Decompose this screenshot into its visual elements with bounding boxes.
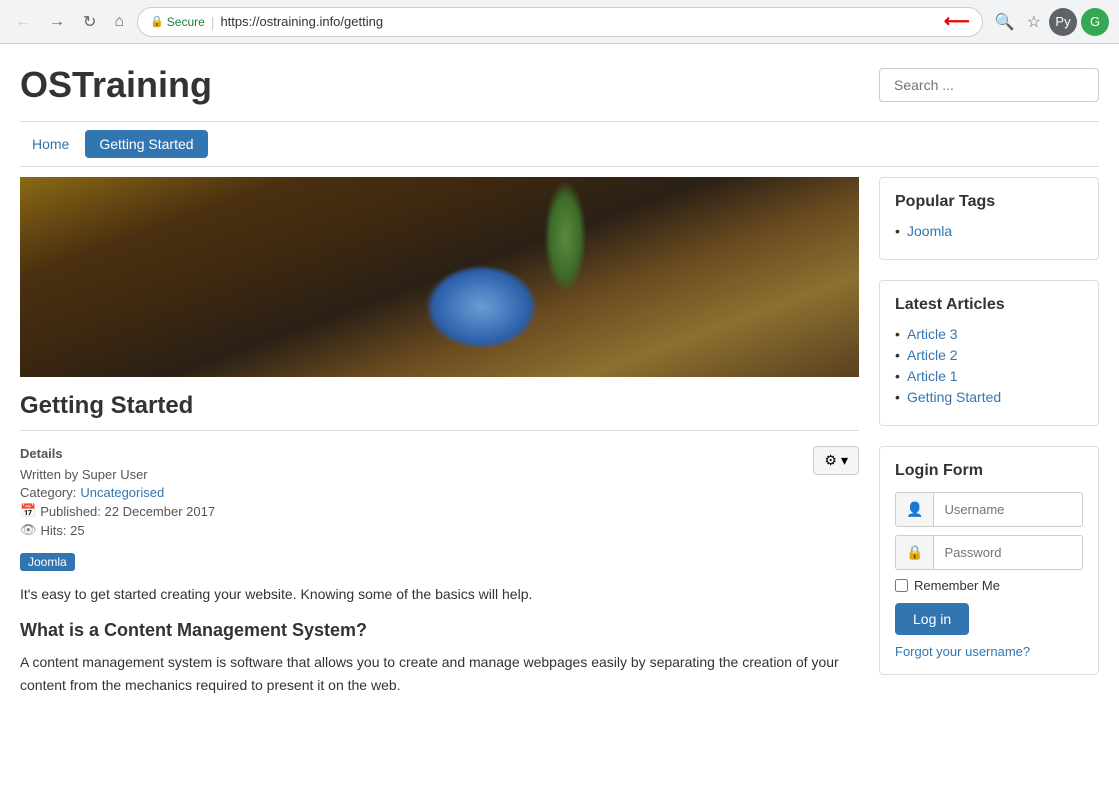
search-browser-button[interactable]: 🔍 bbox=[991, 8, 1019, 36]
login-title: Login Form bbox=[895, 462, 1083, 480]
username-field-wrapper: 👤 bbox=[895, 492, 1083, 527]
popular-tag-joomla[interactable]: Joomla bbox=[907, 223, 952, 239]
article-title: Getting Started bbox=[20, 392, 859, 420]
password-field-wrapper: 🔒 bbox=[895, 535, 1083, 570]
category-label: Category: bbox=[20, 485, 76, 500]
gear-btn-wrapper: ⚙ ▾ bbox=[813, 446, 859, 475]
search-input[interactable] bbox=[879, 68, 1099, 102]
back-button[interactable]: ← bbox=[10, 11, 36, 33]
article-subtitle: What is a Content Management System? bbox=[20, 620, 859, 641]
article-body: A content management system is software … bbox=[20, 651, 859, 696]
hero-image-inner bbox=[20, 177, 859, 377]
latest-articles-module: Latest Articles Article 3 Article 2 Arti… bbox=[879, 280, 1099, 426]
meta-label: Details bbox=[20, 446, 859, 461]
google-account-icon[interactable]: G bbox=[1081, 8, 1109, 36]
hits-text: Hits: 25 bbox=[41, 523, 85, 538]
url-text: https://ostraining.info/getting bbox=[220, 14, 937, 29]
browser-chrome: ← → ↻ ⌂ 🔒 Secure | https://ostraining.in… bbox=[0, 0, 1119, 44]
remember-me-checkbox[interactable] bbox=[895, 579, 908, 592]
hero-image bbox=[20, 177, 859, 377]
meta-category: Category: Uncategorised bbox=[20, 485, 859, 500]
remember-row: Remember Me bbox=[895, 578, 1083, 593]
secure-text: Secure bbox=[167, 15, 205, 29]
list-item: Getting Started bbox=[895, 389, 1083, 405]
written-by-text: Written by Super User bbox=[20, 467, 148, 482]
tag-badge[interactable]: Joomla bbox=[20, 553, 75, 571]
site-title: OSTraining bbox=[20, 64, 212, 106]
lock-field-icon: 🔒 bbox=[896, 536, 934, 569]
main-content: Getting Started Details Written by Super… bbox=[20, 177, 859, 696]
username-input[interactable] bbox=[934, 494, 1082, 525]
dropdown-arrow-icon: ▾ bbox=[841, 452, 848, 469]
bookmark-button[interactable]: ☆ bbox=[1023, 8, 1045, 36]
gear-button[interactable]: ⚙ ▾ bbox=[813, 446, 859, 475]
secure-badge: 🔒 Secure bbox=[150, 15, 205, 29]
article-link-getting-started[interactable]: Getting Started bbox=[907, 389, 1001, 405]
popular-tags-title: Popular Tags bbox=[895, 193, 1083, 211]
forward-button[interactable]: → bbox=[44, 11, 70, 33]
red-arrow-icon: ⟵ bbox=[944, 11, 970, 32]
page-wrapper: OSTraining Home Getting Started Getting … bbox=[0, 44, 1119, 696]
article-link-3[interactable]: Article 3 bbox=[907, 326, 958, 342]
article-link-1[interactable]: Article 1 bbox=[907, 368, 958, 384]
meta-published: 📅 Published: 22 December 2017 bbox=[20, 503, 859, 519]
login-module: Login Form 👤 🔒 Remember Me Log in Forgot… bbox=[879, 446, 1099, 675]
meta-written-by: Written by Super User bbox=[20, 467, 859, 482]
calendar-icon: 📅 bbox=[20, 503, 36, 519]
user-icon: 👤 bbox=[896, 493, 934, 526]
profile-icon[interactable]: Py bbox=[1049, 8, 1077, 36]
popular-tags-list: Joomla bbox=[895, 223, 1083, 239]
password-input[interactable] bbox=[934, 537, 1082, 568]
published-text: Published: 22 December 2017 bbox=[40, 504, 215, 519]
list-item: Article 2 bbox=[895, 347, 1083, 363]
article-intro: It's easy to get started creating your w… bbox=[20, 583, 859, 605]
meta-section: Details Written by Super User Category: … bbox=[20, 446, 859, 538]
nav-home[interactable]: Home bbox=[20, 130, 81, 158]
list-item: Article 1 bbox=[895, 368, 1083, 384]
latest-articles-list: Article 3 Article 2 Article 1 Getting St… bbox=[895, 326, 1083, 405]
article-meta: Details Written by Super User Category: … bbox=[20, 446, 859, 538]
forgot-username-link[interactable]: Forgot your username? bbox=[895, 644, 1030, 659]
latest-articles-title: Latest Articles bbox=[895, 296, 1083, 314]
home-button[interactable]: ⌂ bbox=[109, 11, 129, 33]
list-item: Article 3 bbox=[895, 326, 1083, 342]
login-button[interactable]: Log in bbox=[895, 603, 969, 635]
article-divider bbox=[20, 430, 859, 431]
remember-me-label: Remember Me bbox=[914, 578, 1000, 593]
content-wrapper: Getting Started Details Written by Super… bbox=[20, 167, 1099, 696]
nav-getting-started[interactable]: Getting Started bbox=[85, 130, 207, 158]
lock-icon: 🔒 bbox=[150, 15, 164, 28]
popular-tags-module: Popular Tags Joomla bbox=[879, 177, 1099, 260]
eye-icon: 👁 bbox=[20, 522, 37, 538]
list-item: Joomla bbox=[895, 223, 1083, 239]
site-header: OSTraining bbox=[20, 44, 1099, 122]
article-link-2[interactable]: Article 2 bbox=[907, 347, 958, 363]
category-link[interactable]: Uncategorised bbox=[80, 485, 164, 500]
gear-icon: ⚙ bbox=[824, 452, 837, 469]
meta-hits: 👁 Hits: 25 bbox=[20, 522, 859, 538]
site-nav: Home Getting Started bbox=[20, 122, 1099, 167]
address-bar[interactable]: 🔒 Secure | https://ostraining.info/getti… bbox=[137, 7, 983, 37]
sidebar: Popular Tags Joomla Latest Articles Arti… bbox=[879, 177, 1099, 696]
reload-button[interactable]: ↻ bbox=[78, 10, 101, 34]
browser-actions: 🔍 ☆ Py G bbox=[991, 8, 1109, 36]
